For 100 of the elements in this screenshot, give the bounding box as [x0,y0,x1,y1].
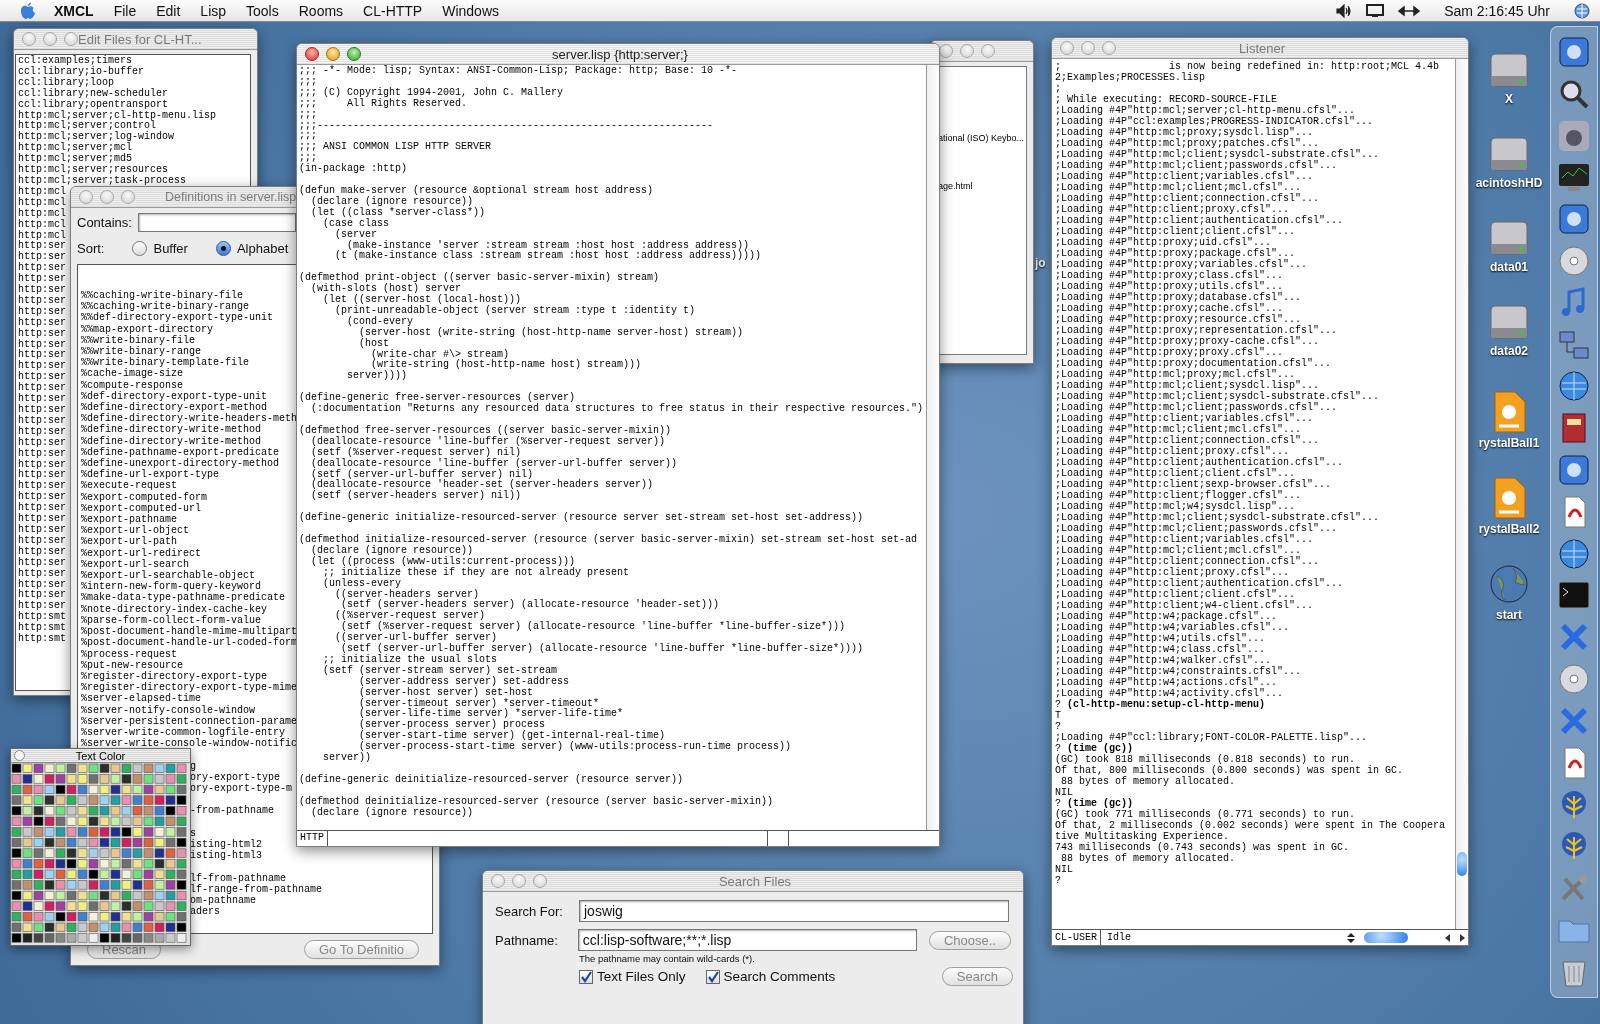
disc-icon[interactable] [1557,662,1591,697]
definition-item[interactable]: g [190,760,196,772]
path-entry[interactable]: ccl:library;opentransport [18,99,169,111]
path-entry[interactable]: http:smt [18,623,66,635]
path-entry[interactable]: http:mcl [18,208,66,220]
path-entry[interactable]: http:ser [18,557,66,569]
minimize-button[interactable] [960,44,974,58]
definition-item[interactable]: aders [190,906,220,918]
path-entry[interactable]: http:ser [18,503,66,515]
zoom-button[interactable] [981,44,995,58]
definition-item[interactable]: %%write-binary-range [81,346,202,358]
volume-icon[interactable] [1336,3,1353,18]
path-entry[interactable]: http:ser [18,306,66,318]
app-icon[interactable] [1557,453,1591,488]
zoom-button[interactable] [533,874,547,888]
globe-icon[interactable] [1574,2,1590,19]
definition-item[interactable]: %define-directory-write-method [81,424,262,436]
path-entry[interactable]: http:mcl;server;task-process [18,175,187,187]
globe-icon[interactable] [1487,562,1531,606]
path-entry[interactable]: http:ser [18,481,66,493]
definition-item[interactable]: %server-persistent-connection-parame [81,715,298,727]
definition-item[interactable]: %intern-new-form-query-keyword [81,581,262,593]
stepper-icon[interactable] [1346,931,1356,944]
definition-item[interactable]: %put-new-resource [81,659,184,671]
path-entry[interactable]: http:ser [18,383,66,395]
path-entry[interactable]: http:ser [18,394,66,405]
path-entry[interactable]: http:ser [18,263,66,275]
icon-label[interactable]: X [1505,92,1513,106]
menu-item[interactable]: CL-HTTP [353,2,433,19]
definition-item[interactable]: %%write-binary-template-file [81,357,250,369]
definition-item[interactable]: %%def-directory-export-type-unit [81,312,274,324]
zoom-button[interactable] [121,190,135,204]
path-entry[interactable]: http:ser [18,426,66,438]
menu-item[interactable]: Windows [432,2,509,19]
definition-item[interactable]: isting-html2 [190,838,262,851]
path-entry[interactable]: http:ser [18,459,66,471]
radio-button[interactable]: Alphabet [215,241,289,256]
path-entry[interactable]: ccl:library;loop [18,77,114,89]
path-entry[interactable]: http:mcl [18,219,66,231]
path-entry[interactable]: http:mcl;server;mcl [18,143,133,155]
definition-item[interactable]: %%map-export-directory [81,323,214,335]
menu-item[interactable]: Rooms [288,2,354,19]
path-entry[interactable]: http:ser [18,372,66,384]
definition-item[interactable]: %export-pathname [81,514,177,526]
definition-item[interactable]: %define-directory-write-headers-meth [81,413,298,425]
globe-icon[interactable] [1557,369,1591,404]
close-button[interactable] [14,750,25,761]
disc-icon[interactable] [1557,243,1591,278]
path-entry[interactable]: http:ser [18,524,66,536]
definition-item[interactable]: om-pathname [190,894,256,907]
app-icon[interactable] [1557,202,1591,237]
path-entry[interactable]: http:mcl;server;md5 [18,154,133,166]
path-entry[interactable]: http:ser [18,274,66,286]
path-entry[interactable]: http:ser [18,514,66,525]
search-field[interactable]: joswig [579,900,1009,922]
definition-item[interactable]: %server-notify-console-window [81,704,256,716]
checkbox[interactable]: Text Files Only [579,969,686,984]
scroll-bar[interactable] [1455,59,1468,929]
definition-item[interactable]: %%caching-write-binary-file [81,290,244,302]
path-entry[interactable]: http:ser [18,579,66,591]
definition-item[interactable]: %export-url-searchable-object [81,570,256,582]
scroll-bar[interactable] [926,65,939,830]
path-entry[interactable]: http:ser [18,568,66,580]
definition-item[interactable]: %export-url-object [81,525,190,537]
definition-item[interactable]: %export-computed-form [81,491,208,503]
definition-item[interactable]: %make-data-type-pathname-predicate [81,592,286,604]
minimize-button[interactable] [43,32,57,46]
path-entry[interactable]: http:ser [18,405,66,416]
zoom-button[interactable] [1102,41,1116,55]
definition-item[interactable]: %define-directory-export-method [81,402,268,414]
globe-icon[interactable] [1557,536,1591,571]
definition-item[interactable]: lf-from-pathname [190,872,286,884]
definition-item[interactable]: %cache-image-size [81,368,184,380]
definition-item[interactable]: %execute-request [81,480,177,492]
path-entry[interactable]: http:ser [18,241,66,253]
path-entry[interactable]: http:ser [18,317,66,329]
checkbox[interactable]: Search Comments [705,969,836,984]
zoom-button[interactable] [347,47,361,61]
path-entry[interactable]: http:ser [18,415,66,427]
menu-item[interactable]: XMCL [44,2,104,19]
scroll-thumb[interactable] [1364,932,1408,943]
path-entry[interactable]: http:mcl [18,197,66,209]
input-field[interactable] [137,213,296,232]
definition-item[interactable]: %process-request [81,648,177,660]
icon-label[interactable]: acintoshHD [1475,176,1543,190]
path-entry[interactable]: http:ser [18,328,66,340]
minimize-button[interactable] [1081,41,1095,55]
definition-item[interactable]: %register-directory-export-type [81,670,268,683]
path-field[interactable]: ccl:lisp-software;**;*.lisp [577,929,917,951]
path-entry[interactable]: http:mcl;server;control [18,121,157,133]
path-entry[interactable]: http:mcl [18,230,66,242]
definition-item[interactable]: %export-url-redirect [81,547,202,559]
definition-item[interactable]: %%caching-write-binary-range [81,301,250,313]
path-entry[interactable]: http:ser [18,350,66,362]
definition-item[interactable]: %server-write-console-window-notific [81,738,298,750]
icon-label[interactable]: start [1496,608,1522,622]
definition-item[interactable]: %%write-binary-file [81,334,196,346]
path-entry[interactable]: http:ser [18,590,66,602]
path-entry[interactable]: http:smt [18,634,66,645]
path-entry[interactable]: http:ser [18,601,66,613]
